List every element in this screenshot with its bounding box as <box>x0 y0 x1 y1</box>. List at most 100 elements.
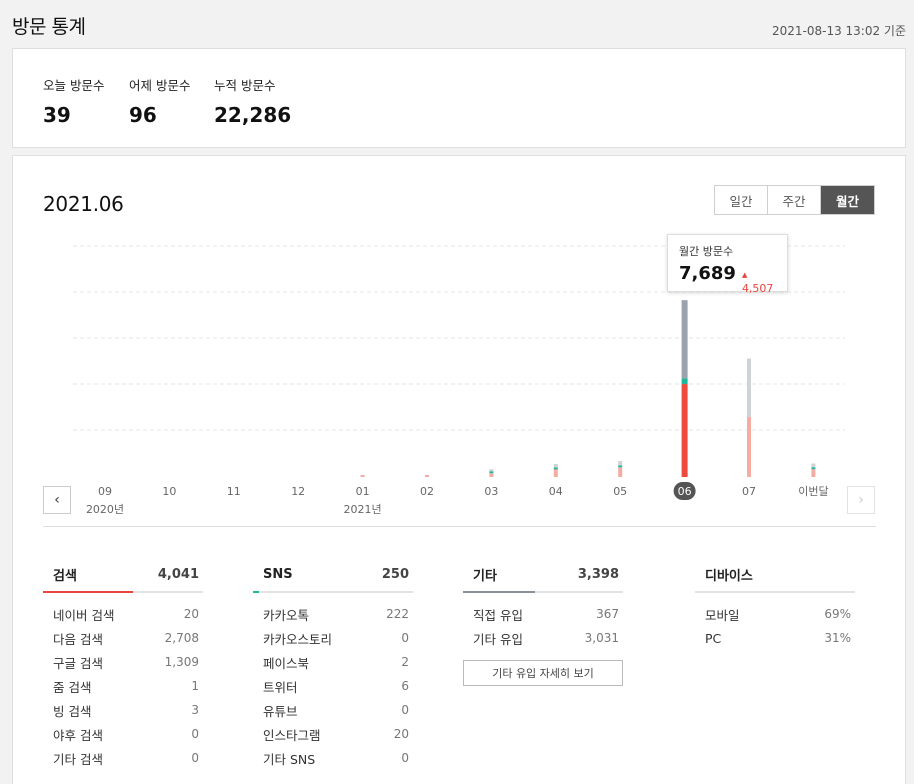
x-tick-label: 09 <box>98 485 112 498</box>
column-progress-fill <box>463 591 535 593</box>
list-item: 직접 유입 367 <box>463 602 623 626</box>
row-value: 367 <box>596 607 619 621</box>
row-label: 기타 SNS <box>263 751 316 767</box>
bar-기타 <box>489 469 494 472</box>
visits-bar-chart: 09 2020년 10 11 12 01 2021년 02 03 04 05 06 07 이번달 <box>73 245 845 516</box>
row-label: 줌 검색 <box>53 679 92 695</box>
column-title: 디바이스 <box>705 568 753 584</box>
list-item: 기타 유입 3,031 <box>463 626 623 650</box>
row-value: 3 <box>191 703 199 717</box>
list-item: 다음 검색 2,708 <box>43 626 203 650</box>
list-item: 인스타그램 20 <box>253 722 413 746</box>
x-tick-label: 01 <box>356 485 370 498</box>
stat-value: 96 <box>129 103 157 127</box>
row-label: 페이스북 <box>263 655 310 671</box>
column-progress <box>43 591 203 593</box>
chart-tooltip: 월간 방문수 7,689 ▲ 4,507 <box>667 234 788 295</box>
x-tick-label: 11 <box>227 485 241 498</box>
bar-SNS <box>489 471 494 474</box>
row-label: 기타 유입 <box>473 631 523 647</box>
tooltip-diff: ▲ 4,507 <box>742 269 776 295</box>
list-item: 페이스북 2 <box>253 650 413 674</box>
bar-기타 <box>747 358 751 417</box>
stat-yesterday: 어제 방문수 96 <box>129 75 190 127</box>
list-item: 카카오톡 222 <box>253 602 413 626</box>
row-label: 네이버 검색 <box>53 607 115 623</box>
column-title: 기타 <box>473 568 497 584</box>
list-item: 구글 검색 1,309 <box>43 650 203 674</box>
tooltip-value: 7,689 <box>679 263 736 284</box>
x-tick-label: 03 <box>484 485 498 498</box>
sns-column: SNS 250 카카오톡 222 카카오스토리 0 페이스북 2 트위터 6 유튜브 0 인… <box>253 561 413 770</box>
chart-card: 2021.06 일간 주간 월간 09 2020년 10 11 12 01 2021년 02 0… <box>12 155 906 784</box>
stat-label: 오늘 방문수 <box>43 78 105 93</box>
bar-검색 <box>618 467 623 477</box>
x-tick-label: 04 <box>549 485 563 498</box>
next-month-button[interactable]: › <box>847 486 875 514</box>
summary-card: 오늘 방문수 39 어제 방문수 96 누적 방문수 22,286 <box>12 48 906 148</box>
chevron-right-icon: › <box>858 492 864 508</box>
tooltip-diff-value: 4,507 <box>741 282 774 295</box>
row-value: 222 <box>386 607 409 621</box>
x-year-label: 2020년 <box>86 503 124 516</box>
row-label: 모바일 <box>705 607 740 623</box>
stat-value: 39 <box>43 103 71 127</box>
search-column: 검색 4,041 네이버 검색 20 다음 검색 2,708 구글 검색 1,309 줌… <box>43 561 203 770</box>
x-tick-label: 02 <box>420 485 434 498</box>
row-label: 구글 검색 <box>53 655 103 671</box>
row-value: 6 <box>401 679 409 693</box>
etc-detail-button[interactable]: 기타 유입 자세히 보기 <box>463 660 623 686</box>
bar-검색 <box>811 469 816 477</box>
column-total: 3,398 <box>577 566 619 582</box>
bar-기타 <box>811 463 816 468</box>
row-label: 빙 검색 <box>53 703 92 719</box>
list-item: 기타 SNS 0 <box>253 746 413 770</box>
row-label: 야후 검색 <box>53 727 103 743</box>
row-label: 다음 검색 <box>53 631 103 647</box>
stat-label: 누적 방문수 <box>214 78 276 93</box>
column-title: SNS <box>263 566 293 582</box>
row-label: 카카오톡 <box>263 607 310 623</box>
bar-기타 <box>681 300 688 379</box>
divider <box>43 526 876 527</box>
row-value: 1,309 <box>164 655 199 669</box>
row-label: 인스타그램 <box>263 727 321 743</box>
chevron-left-icon: ‹ <box>54 492 60 508</box>
list-item: 빙 검색 3 <box>43 698 203 722</box>
bar-검색 <box>553 469 558 477</box>
up-arrow-icon: ▲ <box>741 271 748 279</box>
x-tick-label: 이번달 <box>798 485 828 498</box>
x-tick-label: 12 <box>291 485 305 498</box>
row-label: 직접 유입 <box>473 607 523 623</box>
list-item: 네이버 검색 20 <box>43 602 203 626</box>
list-item: 모바일 69% <box>695 602 855 626</box>
column-total: 250 <box>381 566 409 582</box>
row-value: 0 <box>191 727 199 741</box>
row-label: 기타 검색 <box>53 751 103 767</box>
device-column: 디바이스 모바일 69% PC 31% <box>695 561 855 650</box>
stat-total: 누적 방문수 22,286 <box>214 75 291 127</box>
bar-검색 <box>425 475 429 477</box>
list-item: 기타 검색 0 <box>43 746 203 770</box>
list-item: PC 31% <box>695 626 855 650</box>
row-value: 0 <box>401 631 409 645</box>
bar-검색 <box>489 473 494 477</box>
x-tick-label: 05 <box>613 485 627 498</box>
bar-검색 <box>747 416 751 477</box>
x-tick-label: 07 <box>742 485 756 498</box>
row-label: 유튜브 <box>263 703 298 719</box>
prev-month-button[interactable]: ‹ <box>43 486 71 514</box>
stat-today: 오늘 방문수 39 <box>43 75 104 127</box>
list-item: 트위터 6 <box>253 674 413 698</box>
bar-SNS <box>811 467 816 470</box>
list-item: 카카오스토리 0 <box>253 626 413 650</box>
bar-검색 <box>681 384 688 477</box>
list-item: 야후 검색 0 <box>43 722 203 746</box>
list-item: 유튜브 0 <box>253 698 413 722</box>
row-value: 69% <box>824 607 851 621</box>
list-item: 줌 검색 1 <box>43 674 203 698</box>
bar-기타 <box>618 460 623 466</box>
row-value: 0 <box>401 703 409 717</box>
stat-label: 어제 방문수 <box>129 78 191 93</box>
timestamp: 2021-08-13 13:02 기준 <box>771 24 906 38</box>
